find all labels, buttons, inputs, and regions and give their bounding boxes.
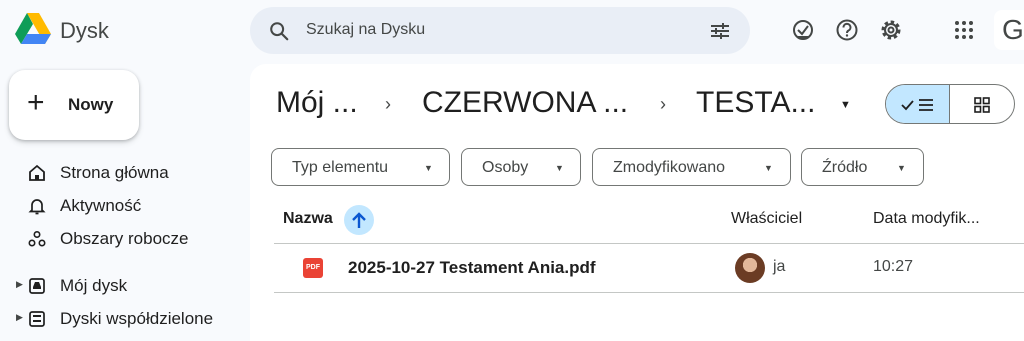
sidebar-item-my-drive[interactable]: ▶ Mój dysk xyxy=(0,273,250,301)
sidebar-item-label: Obszary robocze xyxy=(60,229,189,248)
owner-name: ja xyxy=(773,258,786,275)
main-content: Mój ... › CZERWONA ... › TESTA... ▼ Typ … xyxy=(250,64,1024,341)
app-name: Dysk xyxy=(60,18,109,43)
settings-gear-icon[interactable] xyxy=(878,17,904,43)
apps-grid-icon[interactable] xyxy=(951,17,977,43)
expand-arrow-icon[interactable]: ▶ xyxy=(16,279,23,290)
dropdown-arrow-icon: ▼ xyxy=(897,163,906,173)
filter-label: Typ elementu xyxy=(292,159,389,176)
expand-arrow-icon[interactable]: ▶ xyxy=(16,312,23,323)
pdf-file-icon: PDF xyxy=(303,258,323,278)
breadcrumb-chevron-icon: › xyxy=(660,94,666,114)
folder-menu-dropdown-icon[interactable]: ▼ xyxy=(840,99,851,111)
column-header-modified[interactable]: Data modyfik... xyxy=(873,210,980,228)
filter-source-chip[interactable]: Źródło ▼ xyxy=(801,148,924,186)
offline-ready-icon[interactable] xyxy=(790,17,816,43)
grid-view-button[interactable] xyxy=(950,85,1014,123)
help-icon[interactable] xyxy=(834,17,860,43)
account-avatar[interactable]: G xyxy=(994,10,1024,50)
search-options-icon[interactable] xyxy=(708,19,732,43)
sidebar-item-label: Aktywność xyxy=(60,196,142,215)
checkmark-list-icon xyxy=(901,99,933,111)
top-bar: Dysk Szukaj na Dysku G xyxy=(0,0,1024,64)
list-view-button[interactable] xyxy=(886,85,950,123)
sort-ascending-button[interactable] xyxy=(344,205,374,235)
breadcrumb-chevron-icon: › xyxy=(385,94,391,114)
filter-label: Zmodyfikowano xyxy=(613,159,726,176)
search-input[interactable]: Szukaj na Dysku xyxy=(306,21,425,39)
owner-avatar xyxy=(735,253,765,283)
drive-icon xyxy=(29,278,45,294)
filter-label: Osoby xyxy=(482,159,529,176)
modified-time: 10:27 xyxy=(873,258,914,275)
bell-icon xyxy=(28,199,46,215)
divider xyxy=(274,292,1024,293)
column-header-owner[interactable]: Właściciel xyxy=(731,210,802,228)
filter-label: Źródło xyxy=(822,159,868,176)
view-toggle[interactable] xyxy=(885,84,1015,124)
sidebar-item-home[interactable]: Strona główna xyxy=(0,160,250,188)
sidebar-item-workspaces[interactable]: Obszary robocze xyxy=(0,226,250,254)
sidebar-item-label: Dyski współdzielone xyxy=(60,309,214,328)
search-bar[interactable]: Szukaj na Dysku xyxy=(250,7,750,54)
breadcrumb-current[interactable]: TESTA... xyxy=(696,86,815,120)
sidebar-item-label: Mój dysk xyxy=(60,276,128,295)
dropdown-arrow-icon: ▼ xyxy=(424,163,433,173)
column-header-name[interactable]: Nazwa xyxy=(283,210,333,228)
filter-modified-chip[interactable]: Zmodyfikowano ▼ xyxy=(592,148,791,186)
filter-people-chip[interactable]: Osoby ▼ xyxy=(461,148,581,186)
divider xyxy=(274,243,1024,244)
dropdown-arrow-icon: ▼ xyxy=(555,163,564,173)
new-button-label: Nowy xyxy=(68,95,114,114)
arrow-up-icon xyxy=(352,212,366,228)
dropdown-arrow-icon: ▼ xyxy=(764,163,773,173)
home-icon xyxy=(29,164,45,181)
sidebar-item-shared-drives[interactable]: ▶ Dyski współdzielone xyxy=(0,306,250,334)
workspaces-icon xyxy=(28,230,46,247)
breadcrumb-item[interactable]: CZERWONA ... xyxy=(422,86,628,120)
search-icon[interactable] xyxy=(268,20,290,42)
sidebar-item-label: Strona główna xyxy=(60,163,169,182)
new-button[interactable]: + Nowy xyxy=(9,70,139,140)
plus-icon: + xyxy=(27,86,45,119)
breadcrumb-item[interactable]: Mój ... xyxy=(276,86,358,120)
filter-type-chip[interactable]: Typ elementu ▼ xyxy=(271,148,450,186)
shared-drives-icon xyxy=(29,311,45,327)
file-name[interactable]: 2025-10-27 Testament Ania.pdf xyxy=(348,258,596,278)
sidebar-item-activity[interactable]: Aktywność xyxy=(0,193,250,221)
grid-view-icon xyxy=(974,97,990,113)
drive-logo-icon[interactable] xyxy=(14,12,52,46)
